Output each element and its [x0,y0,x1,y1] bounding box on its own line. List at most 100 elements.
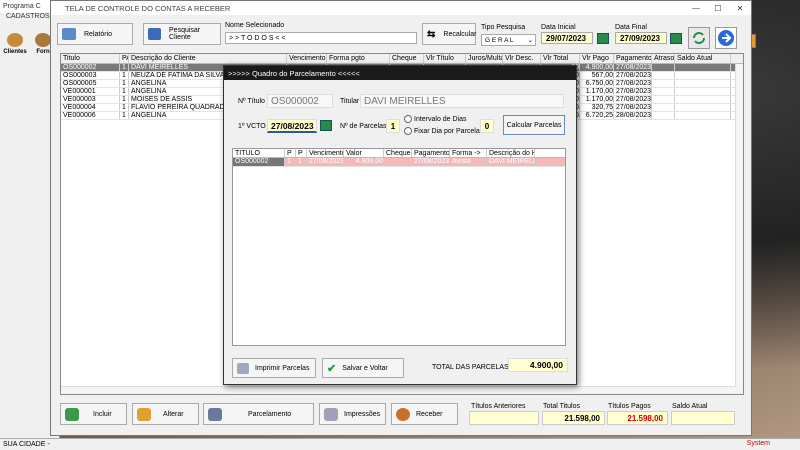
table-cell: 567,00 [580,72,614,79]
titulos-anteriores-value [469,411,539,425]
column-header[interactable]: Descrição do His [487,149,535,157]
horizontal-scrollbar[interactable] [61,386,737,394]
grid-header: TituloPADescrição do ClienteVencimentoFo… [61,54,743,64]
table-row[interactable]: OS000002 1 1 27/08/2023 4.900,00 27/08/2023 Av… [233,158,565,167]
column-header[interactable]: Titulo [61,54,120,63]
table-cell: 27/08/2023 [616,96,652,103]
total-titulos-value: 21.598,00 [542,411,605,425]
column-header[interactable]: TITULO [233,149,285,157]
impressoes-button[interactable]: Impressões [319,403,386,425]
column-header[interactable]: Vlr Título [424,54,466,63]
close-button[interactable]: ✕ [729,1,751,15]
table-cell [675,104,731,111]
vertical-scrollbar[interactable] [735,64,743,394]
table-cell: 27/08/2023 [309,158,344,166]
table-cell [652,88,675,95]
table-cell [675,96,731,103]
table-cell [675,72,731,79]
column-header[interactable]: P [296,149,307,157]
vcto-field[interactable]: 27/08/2023 [267,119,317,133]
relatorio-button[interactable]: Relatório [57,23,133,45]
vcto-label: 1º VCTO [238,123,266,130]
column-header[interactable]: Valor [344,149,384,157]
forward-button[interactable] [715,27,737,49]
column-header[interactable]: Forma -> [450,149,487,157]
people-icon [35,33,51,47]
printer-icon [237,362,249,374]
column-header[interactable]: Atraso [652,54,675,63]
radio-button-icon [404,127,412,135]
table-cell [675,88,731,95]
column-header[interactable]: Forma pgto [327,54,390,63]
table-cell: 320,75 [580,104,614,111]
column-header[interactable]: Saldo Atual [675,54,731,63]
table-cell [384,158,412,166]
numero-titulo-field[interactable]: OS000002 [267,94,333,108]
column-header[interactable]: Pagamento [614,54,652,63]
column-header[interactable]: Cheque [384,149,412,157]
people-icon [7,33,23,47]
column-header[interactable]: Vencimento [307,149,344,157]
column-header[interactable]: Descrição do Cliente [129,54,287,63]
tipo-pesquisa-label: Tipo Pesquisa [481,24,526,31]
imprimir-parcelas-button[interactable]: Imprimir Parcelas [232,358,316,378]
table-cell: 1.170,00 [580,88,614,95]
table-cell: VE000006 [61,112,120,119]
column-header[interactable]: Vlr Pago [580,54,614,63]
refresh-button[interactable] [688,27,710,49]
printer-icon [62,28,76,40]
status-system: System [746,440,770,447]
table-cell: 1 [120,72,129,79]
nome-selecionado-field[interactable]: > > T O D O S < < [225,32,417,44]
parcelamento-button[interactable]: Parcelamento [203,403,314,425]
table-cell: 4.900,00 [344,158,384,166]
table-cell: VE000001 [61,88,120,95]
checkmark-icon: ✔ [327,362,337,375]
titular-field[interactable]: DAVI MEIRELLES [360,94,564,108]
calcular-parcelas-button[interactable]: Calcular Parcelas [503,115,565,135]
swap-arrows-icon: ⇆ [427,28,436,40]
table-cell: VE000003 [61,96,120,103]
table-cell: 1 [120,96,129,103]
intervalo-dias-field[interactable]: 0 [480,119,494,133]
table-cell [652,80,675,87]
table-cell [652,64,675,71]
column-header[interactable]: Pagamento [412,149,450,157]
tipo-pesquisa-select[interactable]: G E R A L ⌄ [481,34,536,46]
table-cell: 27/08/2023 [616,104,652,111]
salvar-voltar-button[interactable]: ✔ Salvar e Voltar [322,358,404,378]
recalcular-button[interactable]: ⇆ Recalcular [422,23,476,45]
column-header[interactable]: P [285,149,296,157]
receber-button[interactable]: Receber [391,403,458,425]
intervalo-dias-radio[interactable]: Intervalo de Dias [404,115,467,123]
add-icon [65,407,79,421]
calendar-icon[interactable] [670,33,682,44]
numero-parcelas-label: Nº de Parcelas [340,123,387,130]
table-cell: 6.720,25 [580,112,614,119]
total-titulos-label: Total Titulos [543,403,580,410]
parcelas-grid[interactable]: TITULO P P Vencimento Valor Cheque Pagamento Fo… [232,148,566,346]
incluir-button[interactable]: Incluir [60,403,127,425]
titulos-pagos-value: 21.598,00 [607,411,668,425]
calendar-icon[interactable] [320,120,332,131]
pesquisar-cliente-button[interactable]: Pesquisar Cliente [143,23,221,45]
maximize-button[interactable]: ☐ [707,1,729,15]
column-header[interactable]: PA [120,54,129,63]
column-header[interactable]: Vlr Total [541,54,580,63]
fixar-dia-radio[interactable]: Fixar Dia por Parcela [404,127,480,135]
table-cell: 1 [120,64,129,71]
clientes-toolbar-button[interactable]: Clientes [2,27,28,55]
column-header[interactable]: Juros/Multa [466,54,503,63]
edit-icon [137,407,151,421]
alterar-button[interactable]: Alterar [132,403,199,425]
data-final-field[interactable]: 27/09/2023 [615,32,667,44]
minimize-button[interactable]: — [685,1,707,15]
calendar-icon[interactable] [597,33,609,44]
data-final-label: Data Final [615,24,647,31]
numero-parcelas-field[interactable]: 1 [386,119,400,133]
column-header[interactable]: Vlr Desc. [503,54,541,63]
column-header[interactable]: Cheque [390,54,424,63]
numero-titulo-label: Nº Título [238,98,265,105]
column-header[interactable]: Vencimento [287,54,327,63]
data-inicial-field[interactable]: 29/07/2023 [541,32,593,44]
